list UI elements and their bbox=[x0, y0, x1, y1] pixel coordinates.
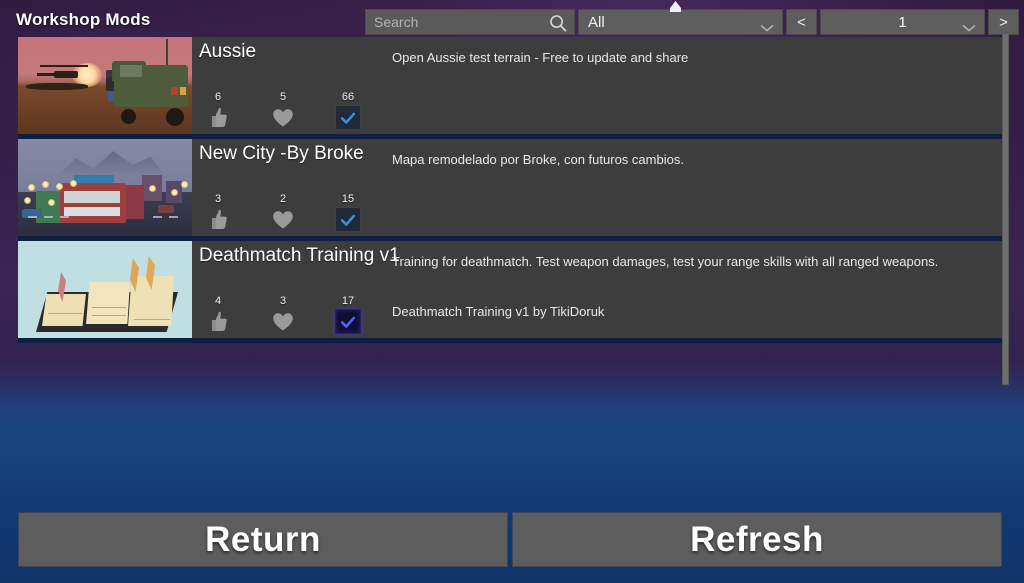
mod-list-item[interactable]: New City -By Broke Mapa remodelado por B… bbox=[18, 139, 1002, 236]
likes-stat: 6 bbox=[204, 91, 232, 130]
list-scrollbar[interactable] bbox=[1002, 33, 1009, 385]
mod-description: Open Aussie test terrain - Free to updat… bbox=[392, 50, 689, 65]
mod-description: Mapa remodelado por Broke, con futuros c… bbox=[392, 152, 684, 167]
top-center-marker-icon bbox=[668, 1, 683, 13]
mod-stats: 3 2 15 bbox=[204, 193, 362, 232]
search-icon[interactable] bbox=[549, 14, 567, 32]
subscribers-stat: 15 bbox=[334, 193, 362, 232]
likes-stat: 3 bbox=[204, 193, 232, 232]
mod-thumbnail bbox=[18, 37, 192, 134]
mod-title: Aussie bbox=[199, 41, 257, 62]
thumbs-up-icon[interactable] bbox=[205, 207, 231, 232]
favorites-count: 2 bbox=[279, 193, 287, 205]
mod-list: Aussie Open Aussie test terrain - Free t… bbox=[18, 37, 1002, 343]
favorites-stat: 5 bbox=[269, 91, 297, 130]
page-title: Workshop Mods bbox=[16, 10, 151, 29]
subscribers-stat: 66 bbox=[334, 91, 362, 130]
search-field[interactable] bbox=[365, 9, 575, 35]
search-input[interactable] bbox=[374, 14, 546, 30]
mod-stats: 6 5 66 bbox=[204, 91, 362, 130]
mod-row-body: Aussie Open Aussie test terrain - Free t… bbox=[192, 37, 1002, 134]
subscribe-checkmark-button[interactable] bbox=[335, 309, 361, 334]
subscribe-checkmark-button[interactable] bbox=[335, 207, 361, 232]
page-number-value: 1 bbox=[898, 13, 907, 31]
next-page-button[interactable]: > bbox=[988, 9, 1019, 35]
heart-icon[interactable] bbox=[270, 309, 296, 334]
category-filter-value: All bbox=[588, 13, 605, 31]
workshop-mods-screen: Workshop Mods All < 1 bbox=[0, 0, 1024, 583]
heart-icon[interactable] bbox=[270, 207, 296, 232]
favorites-count: 5 bbox=[279, 91, 287, 103]
thumbs-up-icon[interactable] bbox=[205, 309, 231, 334]
heart-icon[interactable] bbox=[270, 105, 296, 130]
likes-stat: 4 bbox=[204, 295, 232, 334]
mod-list-item[interactable]: Deathmatch Training v1 Training for deat… bbox=[18, 241, 1002, 338]
mod-list-item[interactable]: Aussie Open Aussie test terrain - Free t… bbox=[18, 37, 1002, 134]
thumbs-up-icon[interactable] bbox=[205, 105, 231, 130]
likes-count: 4 bbox=[214, 295, 222, 307]
page-number-dropdown[interactable]: 1 bbox=[820, 9, 985, 35]
favorites-stat: 3 bbox=[269, 295, 297, 334]
mod-stats: 4 3 17 bbox=[204, 295, 362, 334]
likes-count: 3 bbox=[214, 193, 222, 205]
mod-description: Training for deathmatch. Test weapon dam… bbox=[392, 254, 939, 319]
favorites-stat: 2 bbox=[269, 193, 297, 232]
refresh-button[interactable]: Refresh bbox=[512, 512, 1002, 567]
mod-thumbnail bbox=[18, 139, 192, 236]
return-button[interactable]: Return bbox=[18, 512, 508, 567]
chevron-down-icon bbox=[760, 19, 774, 32]
footer-buttons: Return Refresh bbox=[18, 512, 1002, 567]
mod-row-body: Deathmatch Training v1 Training for deat… bbox=[192, 241, 1002, 338]
chevron-down-icon bbox=[962, 19, 976, 32]
favorites-count: 3 bbox=[279, 295, 287, 307]
subscribers-count: 15 bbox=[341, 193, 355, 205]
subscribers-stat: 17 bbox=[334, 295, 362, 334]
subscribers-count: 66 bbox=[341, 91, 355, 103]
mod-row-body: New City -By Broke Mapa remodelado por B… bbox=[192, 139, 1002, 236]
toolbar: All < 1 > bbox=[365, 9, 1019, 35]
subscribers-count: 17 bbox=[341, 295, 355, 307]
mod-thumbnail bbox=[18, 241, 192, 338]
mod-title: New City -By Broke bbox=[199, 143, 364, 164]
subscribe-checkmark-button[interactable] bbox=[335, 105, 361, 130]
likes-count: 6 bbox=[214, 91, 222, 103]
mod-title: Deathmatch Training v1 bbox=[199, 245, 400, 266]
previous-page-button[interactable]: < bbox=[786, 9, 817, 35]
